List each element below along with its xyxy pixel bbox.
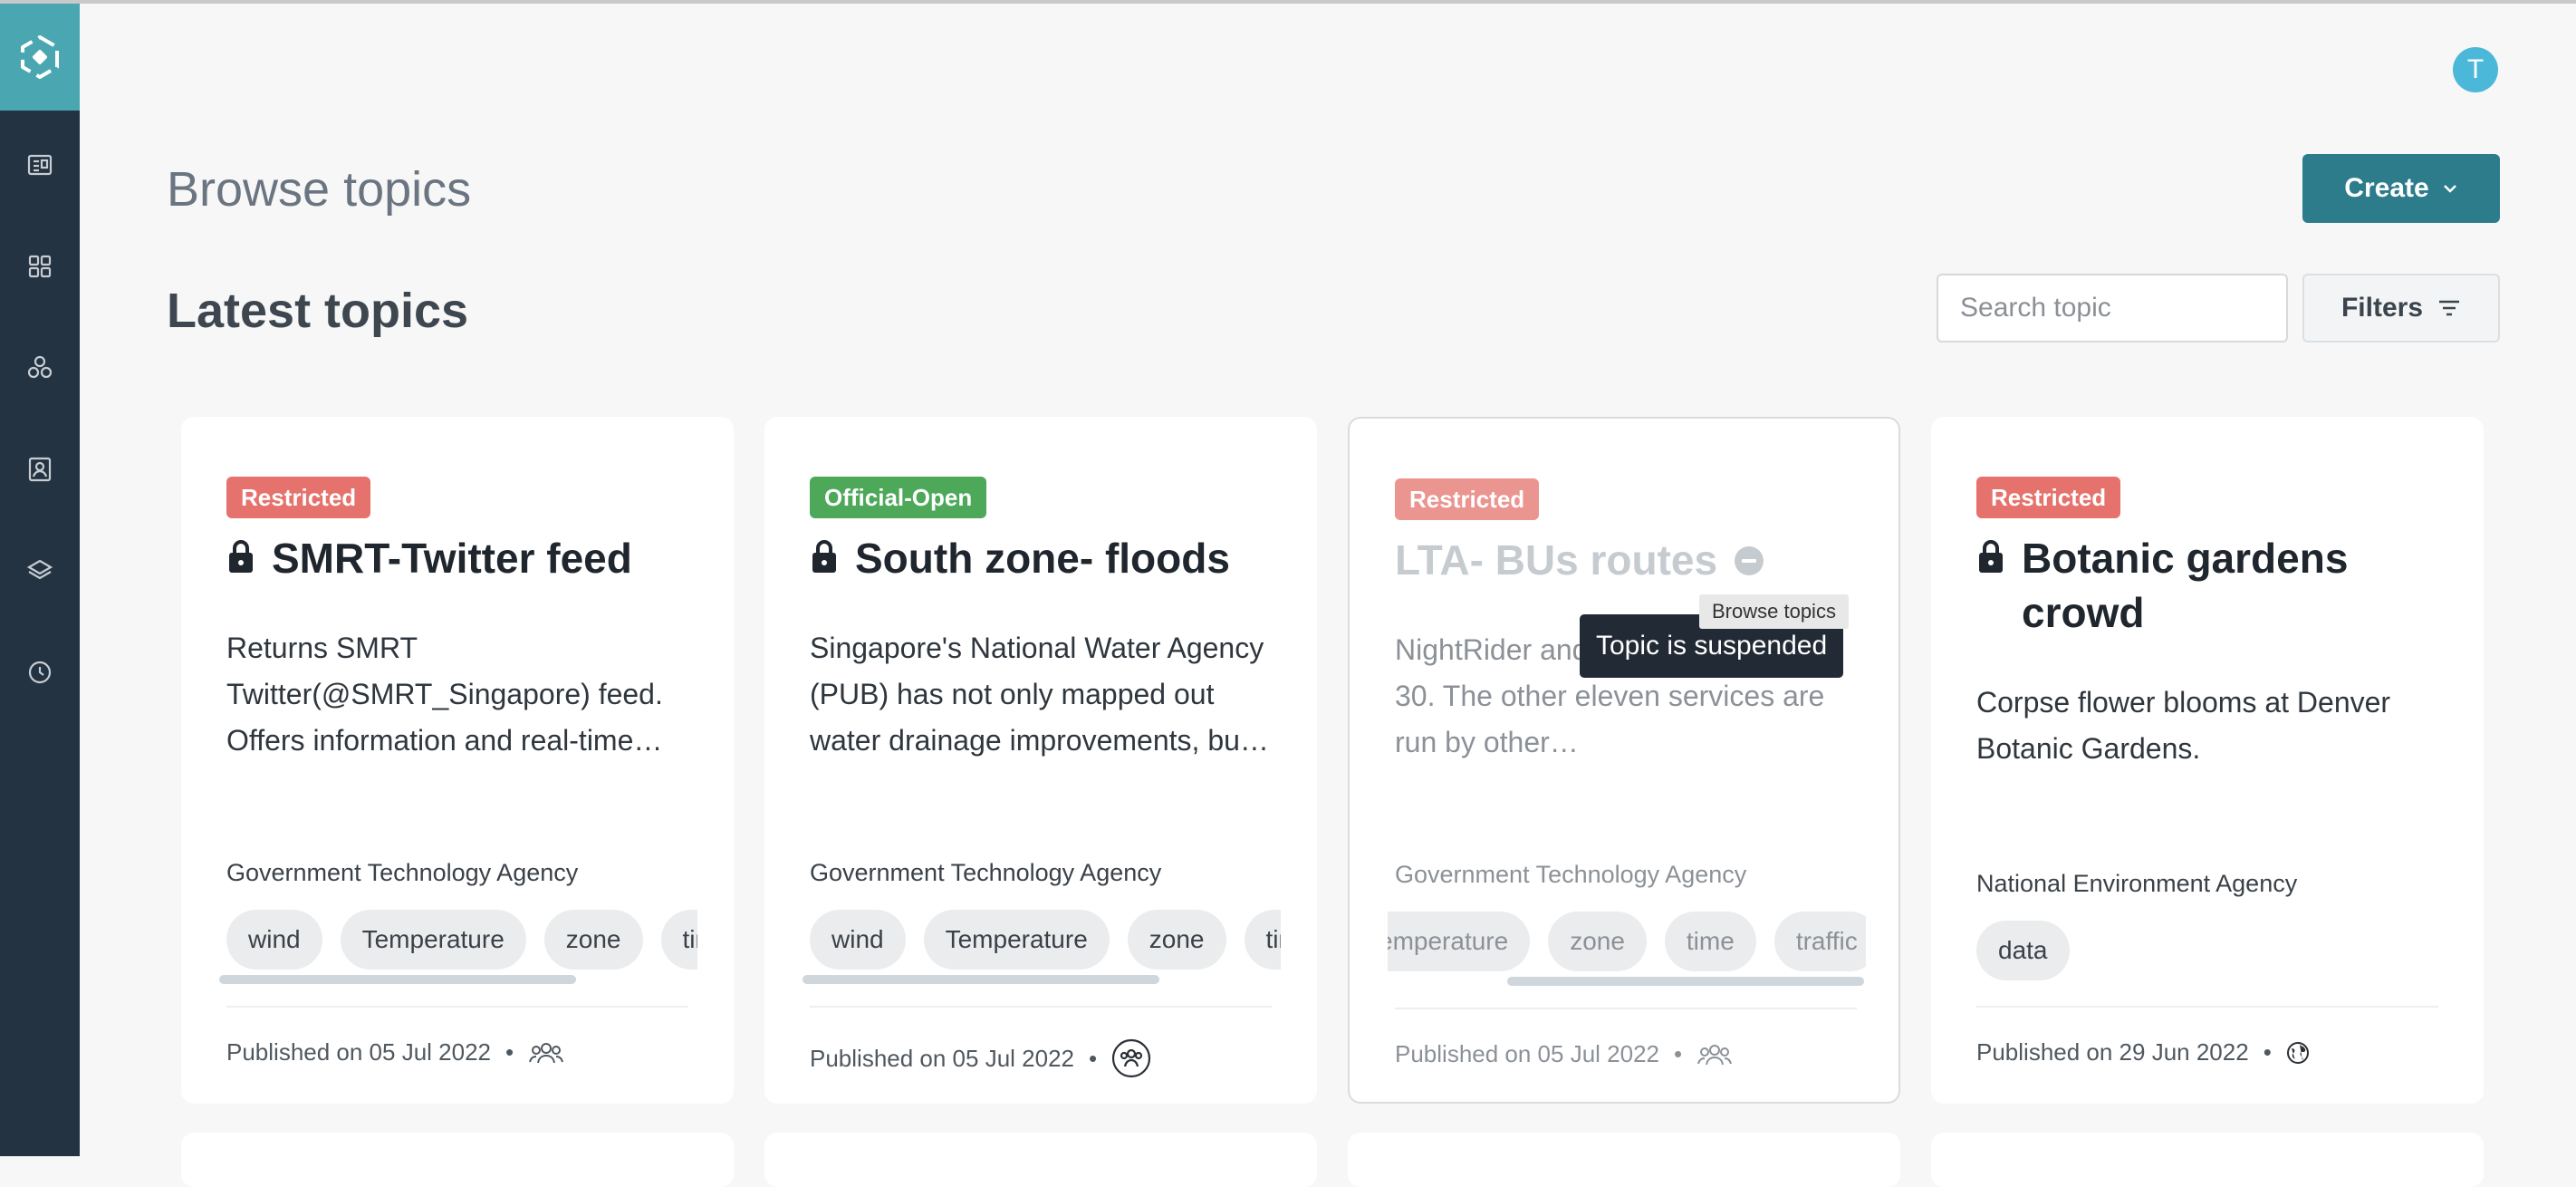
- published-date: Published on 29 Jun 2022: [1976, 1038, 2249, 1066]
- tag-list[interactable]: wind Temperature zone tim: [226, 910, 697, 971]
- card-footer: Published on 05 Jul 2022 •: [226, 1038, 564, 1066]
- topic-card[interactable]: [181, 1133, 734, 1187]
- catalog-icon[interactable]: [20, 145, 60, 185]
- card-title[interactable]: SMRT-Twitter feed: [226, 531, 697, 585]
- tag[interactable]: tim: [660, 910, 697, 970]
- card-title-text: SMRT-Twitter feed: [272, 535, 632, 582]
- card-description: Corpse flower blooms at Denver Botanic G…: [1976, 686, 2391, 765]
- section-title: Latest topics: [167, 284, 469, 338]
- agency-name: Government Technology Agency: [810, 859, 1162, 886]
- topic-card[interactable]: [1931, 1133, 2484, 1187]
- lock-icon: [812, 540, 836, 573]
- card-title[interactable]: LTA- BUs routes: [1395, 533, 1866, 587]
- topic-card[interactable]: [1348, 1133, 1900, 1187]
- group-icon: [529, 1042, 564, 1063]
- lock-icon: [229, 540, 253, 573]
- published-date: Published on 05 Jul 2022: [810, 1044, 1075, 1072]
- tag[interactable]: zone: [1548, 912, 1647, 971]
- divider: [810, 1006, 1272, 1008]
- app-logo[interactable]: [0, 4, 80, 111]
- browse-tooltip: Browse topics: [1699, 594, 1849, 629]
- topic-card-suspended[interactable]: Restricted LTA- BUs routes NightRider an…: [1348, 417, 1900, 1104]
- tag[interactable]: data: [1976, 921, 2070, 980]
- tags-scrollbar[interactable]: [1507, 977, 1864, 986]
- page-title: Browse topics: [167, 162, 472, 217]
- tag[interactable]: wind: [226, 910, 322, 970]
- card-footer: Published on 29 Jun 2022 •: [1976, 1038, 2310, 1066]
- chevron-down-icon: [2443, 185, 2456, 193]
- filters-button[interactable]: Filters: [2302, 274, 2500, 343]
- tag[interactable]: tim: [1244, 910, 1281, 970]
- top-border: [0, 0, 2576, 4]
- avatar[interactable]: T: [2453, 47, 2498, 92]
- topic-card[interactable]: [764, 1133, 1317, 1187]
- card-title-text: South zone- floods: [855, 535, 1230, 582]
- tag[interactable]: emperature: [1388, 912, 1531, 971]
- tag[interactable]: zone: [1127, 910, 1226, 970]
- agency-name: Government Technology Agency: [1395, 861, 1747, 888]
- topic-card[interactable]: Restricted SMRT-Twitter feed Returns SMR…: [181, 417, 734, 1104]
- globe-icon: [2286, 1041, 2309, 1064]
- create-label: Create: [2344, 173, 2429, 203]
- tag[interactable]: time: [1664, 912, 1756, 971]
- layers-icon[interactable]: [20, 551, 60, 591]
- lock-icon: [1979, 540, 2003, 573]
- card-description: Returns SMRT Twitter(@SMRT_Singapore) fe…: [226, 632, 663, 757]
- tags-scrollbar[interactable]: [803, 975, 1159, 984]
- tag[interactable]: Temperature: [340, 910, 526, 970]
- status-badge: Restricted: [1395, 478, 1540, 520]
- separator-dot: •: [1089, 1044, 1098, 1072]
- molecule-icon[interactable]: [20, 348, 60, 388]
- status-badge: Restricted: [226, 477, 371, 518]
- topic-card[interactable]: Official-Open South zone- floods Singapo…: [764, 417, 1317, 1104]
- tag-list[interactable]: wind Temperature zone tim: [810, 910, 1281, 971]
- create-button[interactable]: Create: [2302, 154, 2500, 223]
- tag[interactable]: traffic: [1773, 912, 1866, 971]
- tag[interactable]: Temperature: [923, 910, 1110, 970]
- contacts-icon[interactable]: [20, 449, 60, 489]
- card-footer: Published on 05 Jul 2022 •: [810, 1038, 1151, 1078]
- tag[interactable]: wind: [810, 910, 906, 970]
- filters-label: Filters: [2341, 293, 2424, 323]
- grid-icon[interactable]: [20, 246, 60, 286]
- separator-dot: •: [505, 1038, 514, 1066]
- card-title[interactable]: Botanic gardens crowd: [1976, 531, 2447, 640]
- separator-dot: •: [1674, 1040, 1683, 1067]
- topic-card[interactable]: Restricted Botanic gardens crowd Corpse …: [1931, 417, 2484, 1104]
- card-title[interactable]: South zone- floods: [810, 531, 1281, 585]
- divider: [1976, 1006, 2438, 1008]
- sidebar: [0, 4, 80, 1156]
- suspended-icon[interactable]: [1734, 545, 1764, 576]
- status-badge: Official-Open: [810, 477, 987, 518]
- agency-name: Government Technology Agency: [226, 859, 579, 886]
- clock-icon[interactable]: [20, 652, 60, 692]
- published-date: Published on 05 Jul 2022: [226, 1038, 492, 1066]
- status-badge: Restricted: [1976, 477, 2121, 518]
- card-footer: Published on 05 Jul 2022 •: [1395, 1040, 1733, 1068]
- agency-name: National Environment Agency: [1976, 870, 2298, 897]
- tag[interactable]: zone: [543, 910, 643, 970]
- search-input[interactable]: [1937, 274, 2288, 343]
- card-title-text: LTA- BUs routes: [1395, 536, 1718, 584]
- divider: [1395, 1008, 1857, 1009]
- card-title-text: Botanic gardens crowd: [2022, 535, 2349, 636]
- filter-icon: [2439, 300, 2460, 316]
- group-icon: [1697, 1044, 1733, 1065]
- divider: [226, 1006, 688, 1008]
- separator-dot: •: [2263, 1038, 2272, 1066]
- tag-list[interactable]: data: [1976, 921, 2447, 982]
- card-description: Singapore's National Water Agency (PUB) …: [810, 632, 1269, 757]
- tags-scrollbar[interactable]: [219, 975, 576, 984]
- group-circle-icon[interactable]: [1111, 1038, 1151, 1078]
- tag-list[interactable]: emperature zone time traffic: [1388, 912, 1866, 973]
- published-date: Published on 05 Jul 2022: [1395, 1040, 1660, 1067]
